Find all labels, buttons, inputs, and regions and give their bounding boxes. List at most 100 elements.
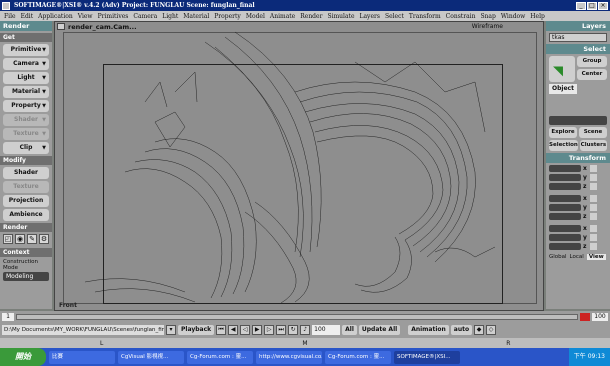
taskbar-item-active[interactable]: SOFTIMAGE®|XSI... — [394, 350, 460, 364]
render-options-icon[interactable]: ⚙ — [39, 234, 49, 244]
viewport[interactable]: render_cam.Cam... Wireframe Front — [54, 21, 544, 311]
rotate-x-field[interactable] — [549, 194, 581, 202]
menu-layers[interactable]: Layers — [360, 13, 380, 20]
play-icon[interactable]: ▶ — [252, 325, 263, 335]
menu-help[interactable]: Help — [530, 13, 545, 20]
animation-button[interactable]: Animation — [408, 325, 449, 335]
explore-button[interactable]: Explore — [549, 127, 577, 138]
rotate-lock-icon[interactable] — [590, 212, 597, 220]
loop-icon[interactable]: ↻ — [288, 325, 299, 335]
menu-transform[interactable]: Transform — [409, 13, 441, 20]
timeline-end-field[interactable]: 100 — [592, 312, 608, 321]
scale-lock-icon[interactable] — [590, 173, 597, 181]
camera-button[interactable]: Camera ▼ — [3, 58, 49, 70]
menu-primitives[interactable]: Primitives — [98, 13, 129, 20]
menu-window[interactable]: Window — [501, 13, 525, 20]
ambience-button[interactable]: Ambience — [3, 209, 49, 221]
menu-edit[interactable]: Edit — [21, 13, 34, 20]
primitive-button[interactable]: Primitive ▼ — [3, 44, 49, 56]
menu-render[interactable]: Render — [300, 13, 322, 20]
rotate-z-field[interactable] — [549, 212, 581, 220]
playback-button[interactable]: Playback — [178, 325, 215, 335]
property-button[interactable]: Property ▼ — [3, 100, 49, 112]
scale-lock-icon[interactable] — [590, 182, 597, 190]
all-button[interactable]: All — [342, 325, 357, 335]
menu-constrain[interactable]: Constrain — [446, 13, 476, 20]
menu-light[interactable]: Light — [162, 13, 178, 20]
taskbar-item[interactable]: CgVisual 影視視... — [118, 350, 184, 364]
clusters-button[interactable]: Clusters — [579, 140, 607, 151]
material-button[interactable]: Material ▼ — [3, 86, 49, 98]
light-button[interactable]: Light ▼ — [3, 72, 49, 84]
translate-lock-icon[interactable] — [590, 233, 597, 241]
audio-icon[interactable]: ♪ — [300, 325, 311, 335]
translate-z-field[interactable] — [549, 242, 581, 250]
menu-model[interactable]: Model — [246, 13, 265, 20]
menu-camera[interactable]: Camera — [133, 13, 157, 20]
menu-application[interactable]: Application — [38, 13, 73, 20]
menu-simulate[interactable]: Simulate — [327, 13, 354, 20]
scene-path-field[interactable]: D:\My Documents\MY_WORK\FUNGLAU\Scenes\f… — [2, 325, 164, 335]
taskbar-item[interactable]: http://www.cgvisual.co... — [256, 350, 322, 364]
rotate-lock-icon[interactable] — [590, 203, 597, 211]
selection-field[interactable] — [549, 116, 607, 125]
key-options-icon[interactable]: ◇ — [486, 325, 497, 335]
translate-lock-icon[interactable] — [590, 224, 597, 232]
first-frame-icon[interactable]: ⏮ — [216, 325, 227, 335]
current-frame-marker[interactable] — [580, 312, 590, 321]
projection-button[interactable]: Projection — [3, 195, 49, 207]
modify-shader-button[interactable]: Shader — [3, 167, 49, 179]
menu-animate[interactable]: Animate — [270, 13, 295, 20]
prev-key-icon[interactable]: ◀ — [228, 325, 239, 335]
scene-button[interactable]: Scene — [579, 127, 607, 138]
scale-y-field[interactable] — [549, 173, 581, 181]
timeline-track[interactable] — [16, 313, 578, 320]
scale-x-field[interactable] — [549, 164, 581, 172]
taskbar-item[interactable]: Cg-Forum.com : 靈... — [187, 350, 253, 364]
menu-snap[interactable]: Snap — [480, 13, 495, 20]
construction-mode-select[interactable]: Modeling — [3, 272, 49, 281]
menu-material[interactable]: Material — [183, 13, 209, 20]
local-tab[interactable]: Local — [570, 254, 584, 260]
group-button[interactable]: Group — [577, 56, 607, 67]
close-button[interactable]: × — [598, 1, 608, 10]
timeline-start-field[interactable]: 1 — [2, 312, 14, 321]
translate-y-field[interactable] — [549, 233, 581, 241]
get-shader-button[interactable]: Shader ▼ — [3, 114, 49, 126]
clip-button[interactable]: Clip ▼ — [3, 142, 49, 154]
maximize-button[interactable]: □ — [587, 1, 597, 10]
menu-property[interactable]: Property — [214, 13, 241, 20]
next-key-icon[interactable]: ▷ — [264, 325, 275, 335]
frame-field[interactable]: 100 — [312, 325, 341, 335]
center-button[interactable]: Center — [577, 69, 607, 80]
play-back-icon[interactable]: ◁ — [240, 325, 251, 335]
render-preview-icon[interactable]: ◉ — [15, 234, 25, 244]
menu-view[interactable]: View — [78, 13, 93, 20]
menu-file[interactable]: File — [4, 13, 16, 20]
playback-menu-icon[interactable]: ▾ — [166, 325, 176, 335]
minimize-button[interactable]: _ — [576, 1, 586, 10]
modify-texture-button[interactable]: Texture — [3, 181, 49, 193]
layer-field[interactable]: tkas — [549, 33, 607, 42]
update-all-button[interactable]: Update All — [358, 325, 401, 335]
key-icon[interactable]: ◆ — [474, 325, 485, 335]
translate-x-field[interactable] — [549, 224, 581, 232]
rotate-lock-icon[interactable] — [590, 194, 597, 202]
select-arrow-button[interactable] — [549, 56, 575, 82]
auto-key-button[interactable]: auto — [450, 325, 473, 335]
start-button[interactable]: 開始 — [0, 348, 46, 366]
last-frame-icon[interactable]: ⏭ — [276, 325, 287, 335]
render-region-icon[interactable]: ◰ — [3, 234, 13, 244]
scale-z-field[interactable] — [549, 182, 581, 190]
selection-button[interactable]: Selection — [549, 140, 578, 151]
menu-select[interactable]: Select — [385, 13, 404, 20]
taskbar-item[interactable]: Cg-Forum.com : 靈... — [325, 350, 391, 364]
translate-lock-icon[interactable] — [590, 242, 597, 250]
render-pass-icon[interactable]: ✎ — [27, 234, 37, 244]
get-texture-button[interactable]: Texture ▼ — [3, 128, 49, 140]
taskbar-item[interactable]: 比賽 — [49, 350, 115, 364]
scale-lock-icon[interactable] — [590, 164, 597, 172]
global-tab[interactable]: Global — [549, 254, 567, 260]
view-tab[interactable]: View — [586, 254, 606, 260]
rotate-y-field[interactable] — [549, 203, 581, 211]
